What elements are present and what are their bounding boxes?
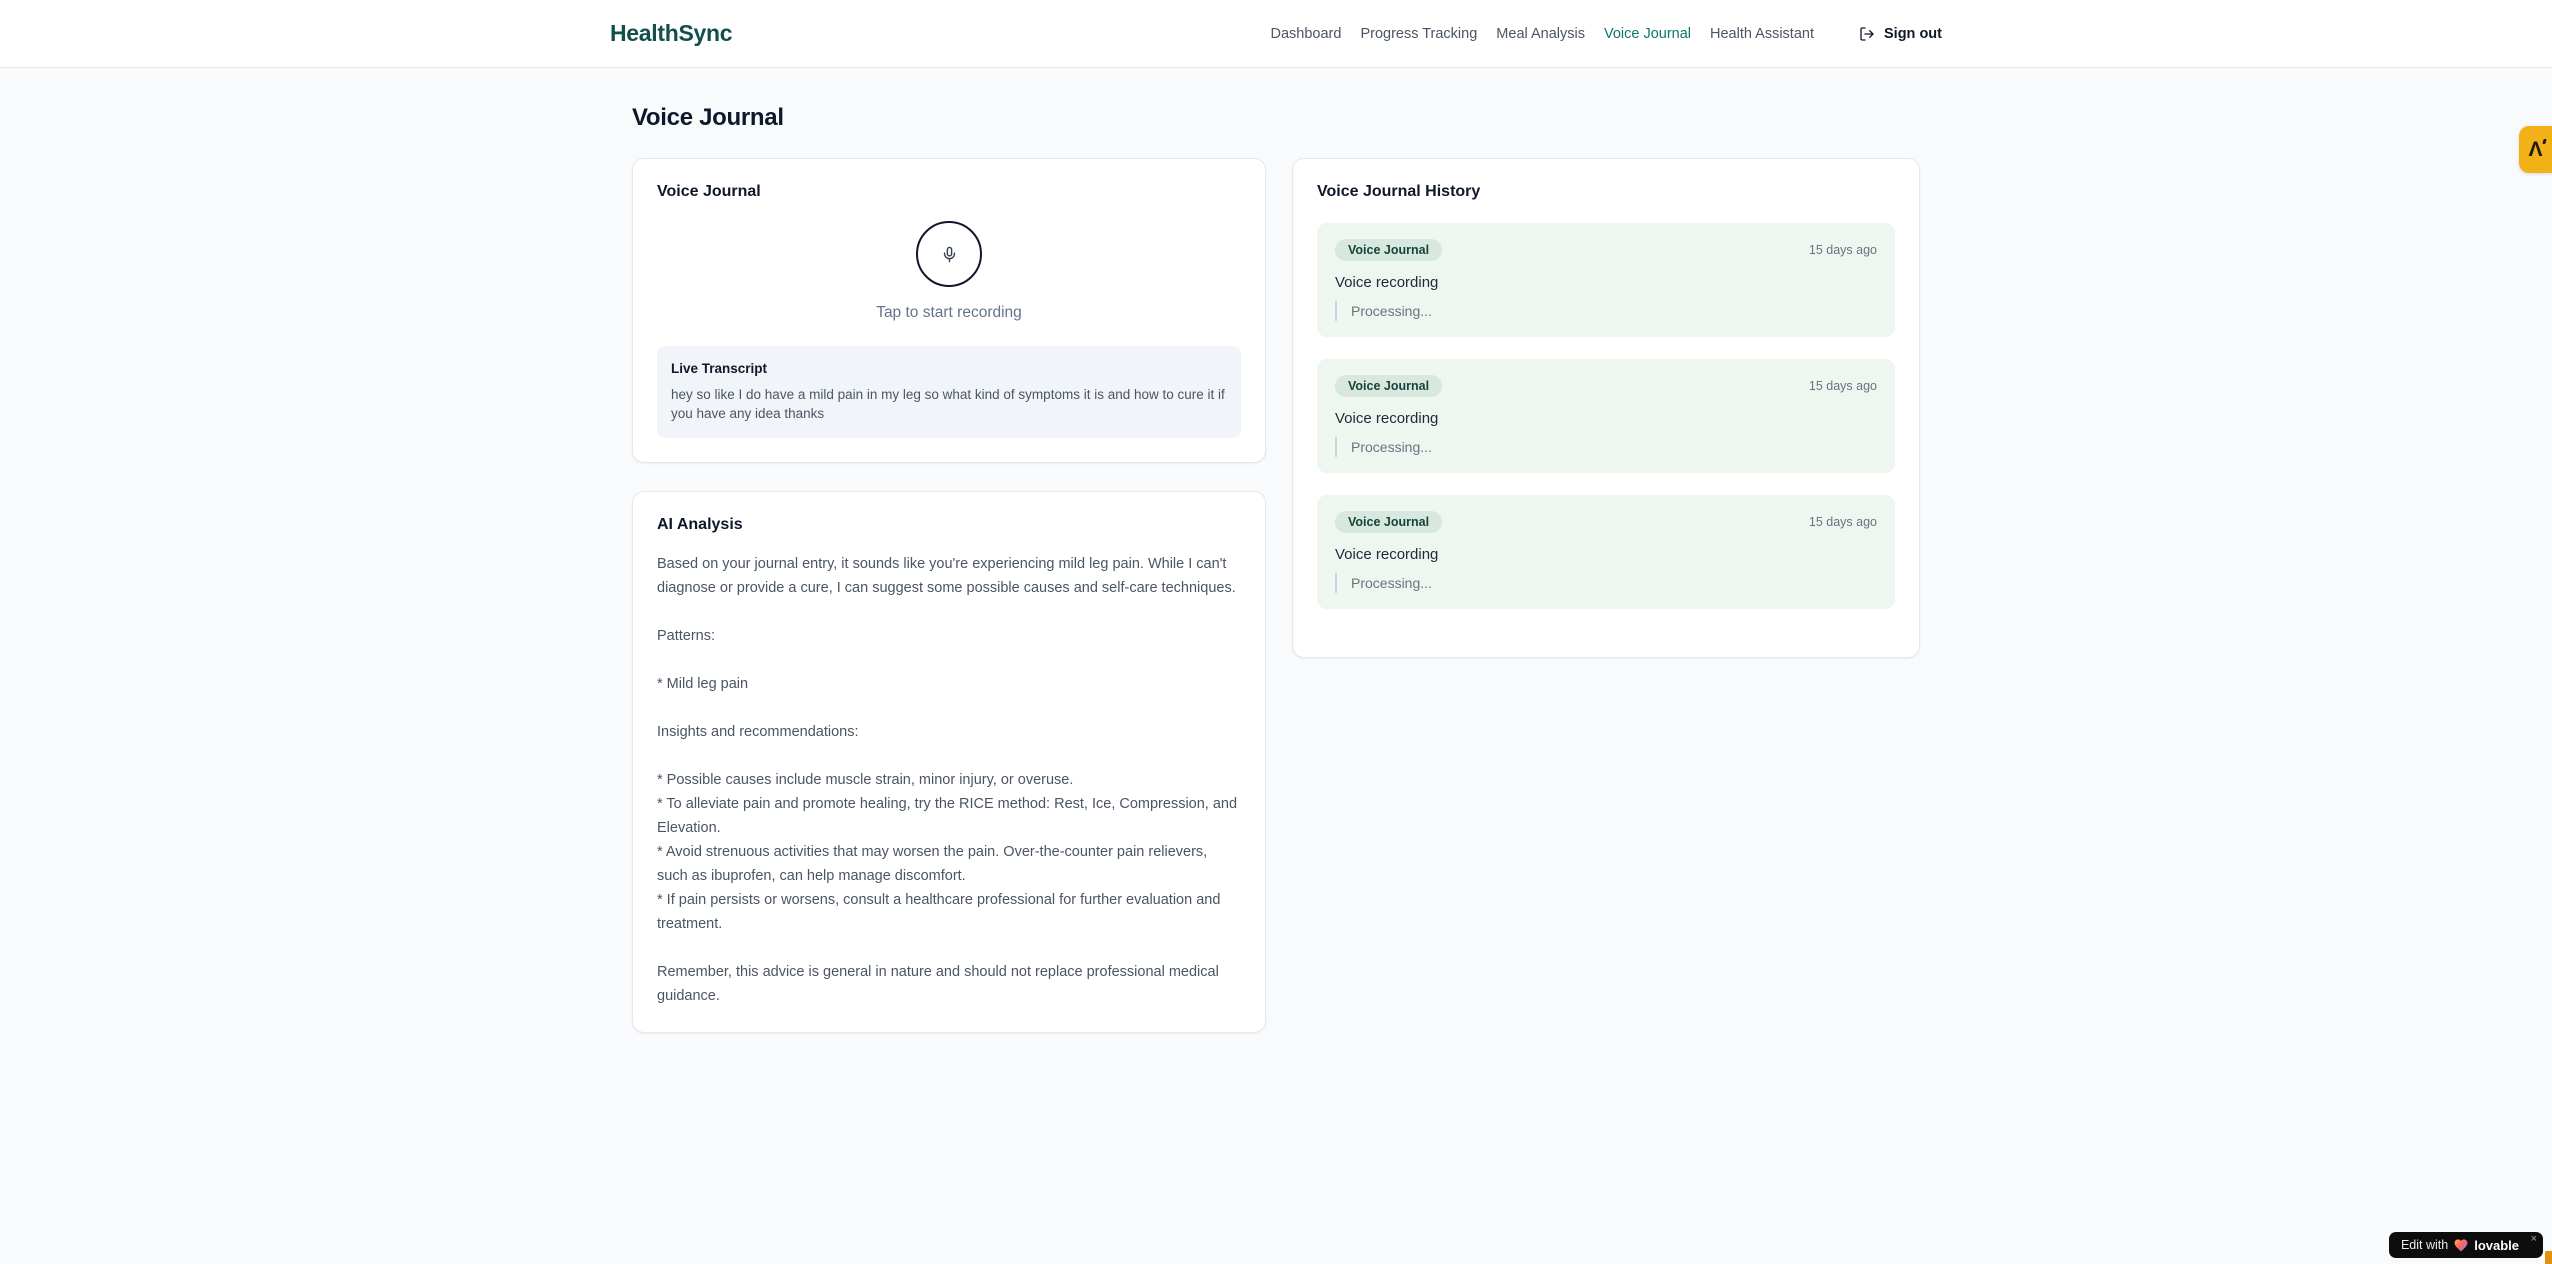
recorder-area: Tap to start recording — [657, 221, 1241, 322]
main-content: Voice Journal Voice Journal Tap to start… — [632, 68, 1920, 1033]
nav-item-health-assistant[interactable]: Health Assistant — [1710, 26, 1814, 42]
entry-header: Voice Journal 15 days ago — [1335, 511, 1877, 533]
live-transcript-text: hey so like I do have a mild pain in my … — [671, 387, 1225, 421]
entry-type-badge: Voice Journal — [1335, 511, 1443, 533]
corner-notification-chip — [2545, 1251, 2552, 1264]
entry-header: Voice Journal 15 days ago — [1335, 239, 1877, 261]
nav-item-progress-tracking[interactable]: Progress Tracking — [1360, 26, 1477, 42]
log-out-icon — [1859, 26, 1875, 42]
page-title: Voice Journal — [632, 104, 784, 131]
content-grid: Voice Journal Tap to start recording Liv… — [632, 158, 1920, 1033]
history-card-title: Voice Journal History — [1317, 183, 1481, 200]
tap-to-record-hint: Tap to start recording — [876, 304, 1022, 321]
nav-item-voice-journal[interactable]: Voice Journal — [1604, 26, 1691, 42]
entry-status: Processing... — [1335, 301, 1877, 321]
sign-out-button[interactable]: Sign out — [1859, 26, 1942, 42]
nav-item-meal-analysis[interactable]: Meal Analysis — [1496, 26, 1585, 42]
app-header: HealthSync Dashboard Progress Tracking M… — [0, 0, 2552, 68]
entry-label: Voice recording — [1335, 410, 1439, 427]
entry-type-badge: Voice Journal — [1335, 239, 1443, 261]
entry-label: Voice recording — [1335, 546, 1439, 563]
live-transcript-title: Live Transcript — [671, 361, 768, 376]
live-transcript-box: Live Transcript hey so like I do have a … — [657, 346, 1241, 438]
voice-recorder-card: Voice Journal Tap to start recording Liv… — [632, 158, 1266, 463]
entry-timestamp: 15 days ago — [1808, 243, 1877, 257]
entry-type-badge: Voice Journal — [1335, 375, 1443, 397]
ai-analysis-card: AI Analysis Based on your journal entry,… — [632, 491, 1266, 1033]
entry-timestamp: 15 days ago — [1808, 379, 1877, 393]
voice-journal-history-card: Voice Journal History Voice Journal 15 d… — [1292, 158, 1920, 658]
header-container: HealthSync Dashboard Progress Tracking M… — [610, 20, 1942, 47]
record-button[interactable] — [916, 221, 982, 287]
glyph-mark — [2542, 139, 2547, 144]
entry-label: Voice recording — [1335, 274, 1439, 291]
nav-item-dashboard[interactable]: Dashboard — [1271, 26, 1342, 42]
history-entry[interactable]: Voice Journal 15 days ago Voice recordin… — [1317, 359, 1895, 473]
entry-status: Processing... — [1335, 573, 1877, 593]
lambda-logo-icon: Λ — [2528, 138, 2543, 161]
close-icon[interactable]: × — [2531, 1234, 2537, 1245]
recorder-card-title: Voice Journal — [657, 183, 761, 200]
history-entry[interactable]: Voice Journal 15 days ago Voice recordin… — [1317, 495, 1895, 609]
lovable-prefix-label: Edit with — [2400, 1238, 2449, 1252]
left-column: Voice Journal Tap to start recording Liv… — [632, 158, 1266, 1033]
main-nav: Dashboard Progress Tracking Meal Analysi… — [1271, 26, 1943, 42]
sign-out-label: Sign out — [1884, 25, 1942, 42]
entry-timestamp: 15 days ago — [1808, 515, 1877, 529]
entry-status: Processing... — [1335, 437, 1877, 457]
history-list: Voice Journal 15 days ago Voice recordin… — [1317, 223, 1895, 609]
edit-with-lovable-badge[interactable]: Edit with lovable × — [2388, 1232, 2543, 1258]
app-logo[interactable]: HealthSync — [610, 20, 733, 47]
browser-extension-badge[interactable]: Λ — [2519, 126, 2552, 173]
heart-icon — [2454, 1238, 2468, 1252]
history-entry[interactable]: Voice Journal 15 days ago Voice recordin… — [1317, 223, 1895, 337]
ai-analysis-body: Based on your journal entry, it sounds l… — [657, 556, 1238, 1004]
ai-analysis-title: AI Analysis — [657, 516, 743, 533]
lovable-brand-label: lovable — [2474, 1237, 2519, 1253]
entry-header: Voice Journal 15 days ago — [1335, 375, 1877, 397]
microphone-icon — [941, 245, 958, 264]
